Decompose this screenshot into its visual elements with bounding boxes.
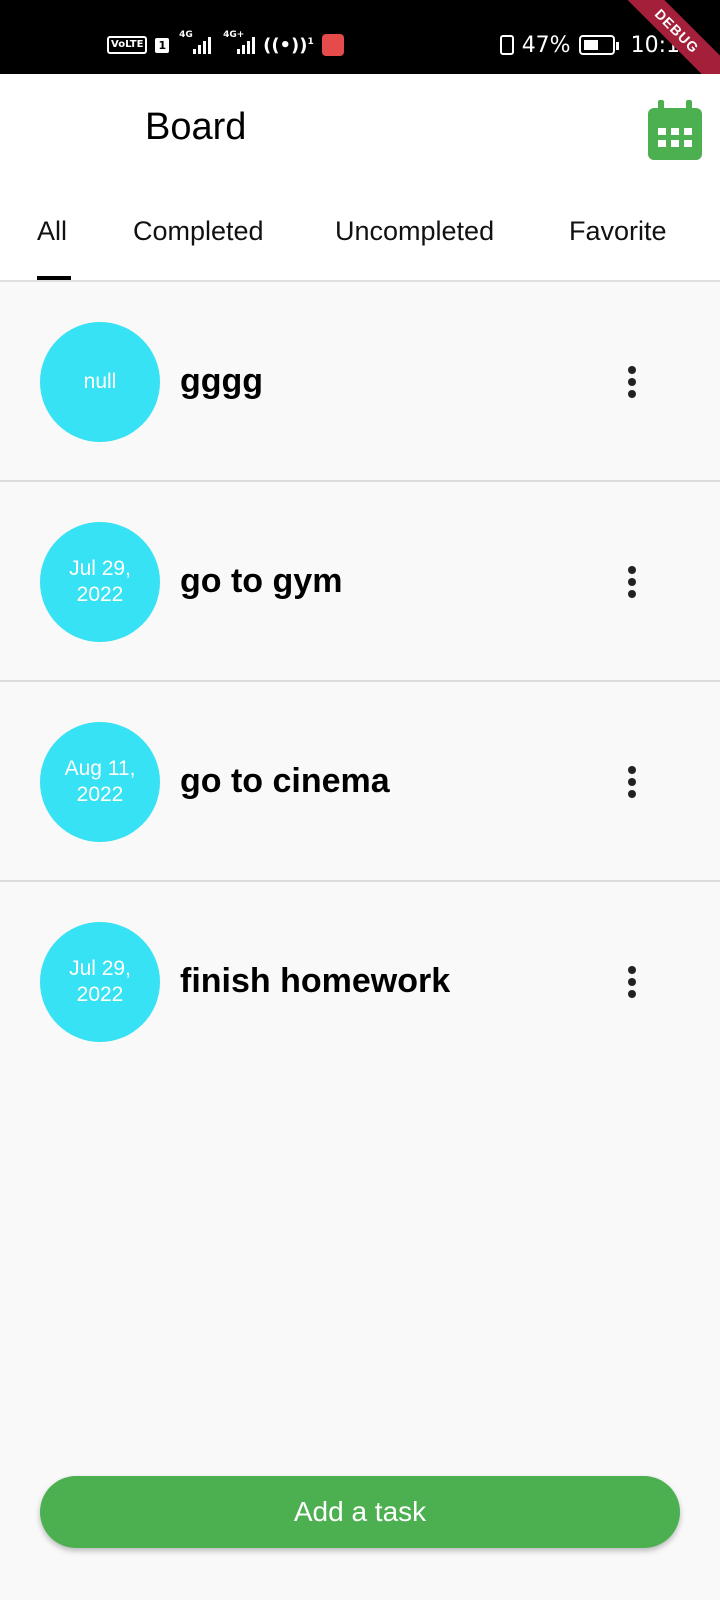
network-type-label-2: 4G+ — [223, 30, 245, 40]
task-date-line1: Jul 29, — [69, 557, 131, 580]
task-row[interactable]: Jul 29, 2022 finish homework — [0, 882, 720, 1082]
tab-all[interactable]: All — [37, 216, 67, 247]
more-options-icon[interactable] — [612, 762, 652, 802]
app-notification-icon — [321, 34, 344, 56]
task-date-avatar: Jul 29, 2022 — [40, 922, 160, 1042]
more-options-icon[interactable] — [612, 362, 652, 402]
status-left-icons: VoLTE 1 4G 4G+ ((•))1 — [107, 30, 344, 58]
task-date-line2: 2022 — [76, 983, 124, 1006]
signal-icon: 4G — [179, 30, 212, 54]
tab-favorite[interactable]: Favorite — [569, 216, 667, 247]
vibrate-icon — [499, 35, 514, 55]
hotspot-icon: ((•))1 — [263, 34, 314, 56]
network-type-label: 4G — [179, 30, 193, 40]
page-title: Board — [145, 106, 247, 148]
calendar-icon[interactable] — [648, 100, 702, 160]
more-options-icon[interactable] — [612, 562, 652, 602]
battery-percent: 47% — [521, 32, 571, 58]
volte-icon: VoLTE — [107, 36, 148, 54]
status-right-icons: 47% 10:1 — [499, 32, 680, 58]
task-date-line1: Jul 29, — [69, 957, 131, 980]
task-title: finish homework — [180, 962, 451, 1000]
battery-icon — [578, 35, 619, 55]
add-task-button[interactable]: Add a task — [40, 1476, 680, 1548]
task-date-line2: 2022 — [76, 583, 124, 606]
tab-indicator — [37, 276, 71, 280]
task-date-avatar: Jul 29, 2022 — [40, 522, 160, 642]
task-date-line1: null — [83, 370, 117, 393]
task-date-line2: 2022 — [76, 783, 124, 806]
sim-icon: 1 — [155, 37, 170, 53]
tab-completed[interactable]: Completed — [133, 216, 264, 247]
signal-icon-2: 4G+ — [223, 30, 256, 54]
task-date-avatar: null — [40, 322, 160, 442]
task-date-avatar: Aug 11, 2022 — [40, 722, 160, 842]
task-row[interactable]: Jul 29, 2022 go to gym — [0, 482, 720, 682]
task-row[interactable]: null gggg — [0, 282, 720, 482]
task-title: go to gym — [180, 562, 343, 600]
task-title: gggg — [180, 362, 264, 400]
task-date-line1: Aug 11, — [64, 757, 136, 780]
task-row[interactable]: Aug 11, 2022 go to cinema — [0, 682, 720, 882]
app-bar: Board — [0, 74, 720, 184]
status-bar: VoLTE 1 4G 4G+ ((•))1 47% 10:1 DEBUG — [0, 0, 720, 101]
tab-uncompleted[interactable]: Uncompleted — [335, 216, 494, 247]
more-options-icon[interactable] — [612, 962, 652, 1002]
task-title: go to cinema — [180, 762, 390, 800]
task-list: null gggg Jul 29, 2022 go to gym Aug 11, 2… — [0, 282, 720, 1082]
tab-bar: All Completed Uncompleted Favorite — [0, 184, 720, 282]
